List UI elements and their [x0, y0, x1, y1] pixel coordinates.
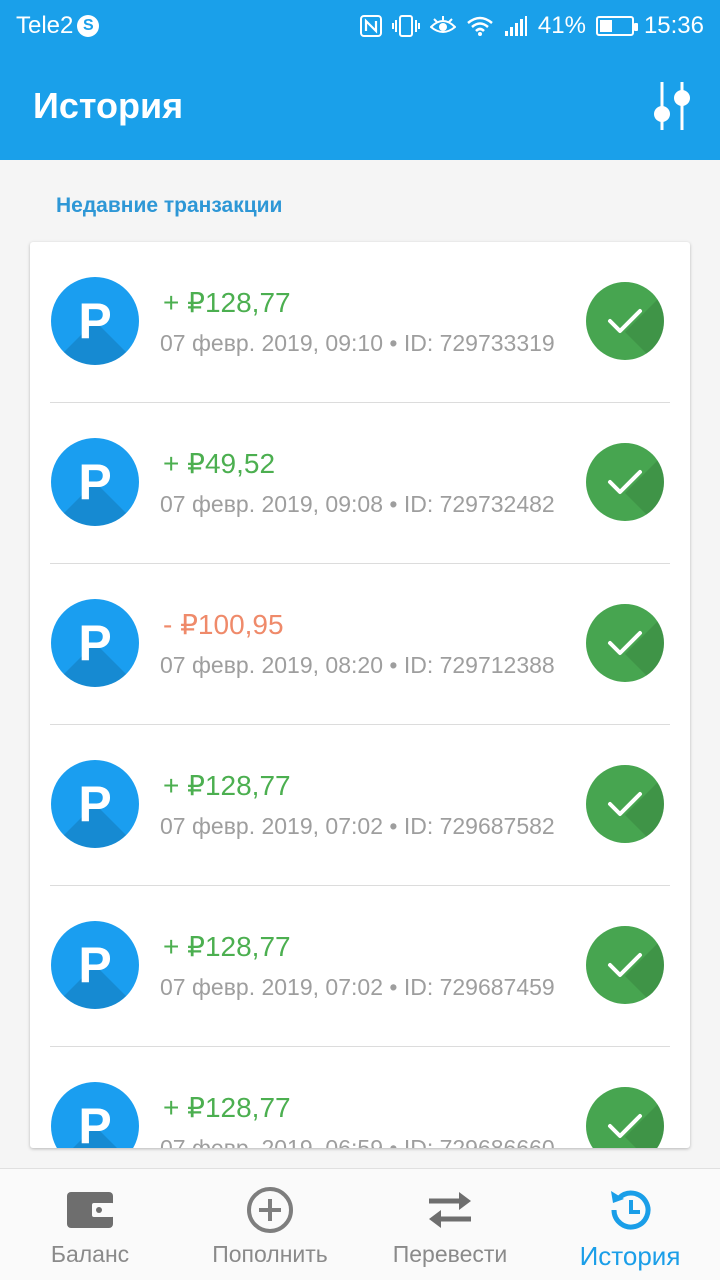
avatar-letter: P [78, 1098, 112, 1148]
transaction-meta: 07 февр. 2019, 09:10 • ID: 729733319 [160, 330, 555, 356]
filter-sliders-icon [654, 82, 690, 130]
vibrate-icon [391, 15, 420, 37]
status-bar: Tele2 S 41% 15:36 [0, 0, 720, 52]
transaction-row[interactable]: P + ₽128,77 07 февр. 2019, 07:02 • ID: 729… [30, 886, 690, 1047]
transaction-meta: 07 февр. 2019, 07:02 • ID: 729687582 [160, 813, 555, 839]
nav-item-transfer[interactable]: Перевести [360, 1169, 540, 1280]
merchant-avatar: P [51, 277, 139, 365]
avatar-letter: P [78, 615, 112, 671]
page-title: История [33, 85, 184, 126]
merchant-avatar: P [51, 760, 139, 848]
transfer-arrows-icon [425, 1185, 475, 1235]
skype-icon: S [77, 15, 100, 37]
transaction-amount: + ₽128,77 [163, 1092, 291, 1123]
avatar-letter: P [78, 937, 112, 993]
clock: 15:36 [643, 12, 704, 39]
merchant-avatar: P [51, 921, 139, 1009]
nav-label-history: История [579, 1241, 681, 1271]
wifi-icon [466, 15, 494, 37]
filter-button[interactable] [650, 76, 694, 136]
transaction-amount: + ₽128,77 [163, 931, 291, 962]
transaction-amount: + ₽128,77 [163, 287, 291, 318]
nav-item-topup[interactable]: Пополнить [180, 1169, 360, 1280]
checkmark-icon [608, 792, 642, 816]
merchant-avatar: P [51, 599, 139, 687]
merchant-avatar: P [51, 438, 139, 526]
section-title: Недавние транзакции [56, 194, 283, 217]
transaction-row[interactable]: P - ₽100,95 07 февр. 2019, 08:20 • ID: 729… [30, 564, 690, 725]
transactions-card: P + ₽128,77 07 февр. 2019, 09:10 • ID: 729… [30, 242, 690, 1148]
app-bar: История [0, 52, 720, 160]
avatar-letter: P [78, 454, 112, 510]
avatar-letter: P [78, 776, 112, 832]
transaction-meta: 07 февр. 2019, 08:20 • ID: 729712388 [160, 652, 555, 678]
checkmark-icon [608, 309, 642, 333]
checkmark-icon [608, 1114, 642, 1138]
history-clock-icon [605, 1185, 655, 1235]
signal-icon [504, 15, 528, 37]
status-check-icon [586, 443, 664, 521]
transaction-meta: 07 февр. 2019, 09:08 • ID: 729732482 [160, 491, 555, 517]
bottom-nav: Баланс Пополнить Перевести История [0, 1168, 720, 1280]
checkmark-icon [608, 470, 642, 494]
status-check-icon [586, 926, 664, 1004]
nav-label-balance: Баланс [50, 1241, 130, 1267]
status-check-icon [586, 765, 664, 843]
nav-label-transfer: Перевести [392, 1241, 508, 1267]
status-right: 41% 15:36 [359, 12, 704, 40]
status-check-icon [586, 1087, 664, 1148]
transaction-meta: 07 февр. 2019, 07:02 • ID: 729687459 [160, 974, 555, 1000]
transaction-amount: + ₽128,77 [163, 770, 291, 801]
nav-item-balance[interactable]: Баланс [0, 1169, 180, 1280]
transaction-row[interactable]: P + ₽128,77 07 февр. 2019, 06:59 • ID: 729… [30, 1047, 690, 1148]
content-area: Недавние транзакции P + ₽128,77 07 февр. 2… [0, 160, 720, 1168]
transaction-amount: - ₽100,95 [163, 609, 284, 640]
transaction-meta: 07 февр. 2019, 06:59 • ID: 729686660 [160, 1135, 555, 1148]
status-check-icon [586, 282, 664, 360]
avatar-letter: P [78, 293, 112, 349]
eye-icon [429, 15, 456, 37]
transaction-row[interactable]: P + ₽49,52 07 февр. 2019, 09:08 • ID: 7297… [30, 403, 690, 564]
status-left: Tele2 S [16, 12, 100, 40]
carrier-label: Tele2 [16, 12, 74, 39]
battery-percent: 41% [537, 12, 586, 39]
merchant-avatar: P [51, 1082, 139, 1148]
battery-icon [595, 16, 638, 36]
wallet-icon [66, 1185, 114, 1235]
nav-item-history[interactable]: История [540, 1169, 720, 1280]
checkmark-icon [608, 631, 642, 655]
plus-circle-icon [245, 1185, 295, 1235]
nfc-icon [359, 15, 382, 37]
nav-label-topup: Пополнить [212, 1241, 328, 1267]
transaction-row[interactable]: P + ₽128,77 07 февр. 2019, 09:10 • ID: 729… [30, 242, 690, 403]
transaction-amount: + ₽49,52 [163, 448, 276, 479]
status-check-icon [586, 604, 664, 682]
transaction-row[interactable]: P + ₽128,77 07 февр. 2019, 07:02 • ID: 729… [30, 725, 690, 886]
checkmark-icon [608, 953, 642, 977]
